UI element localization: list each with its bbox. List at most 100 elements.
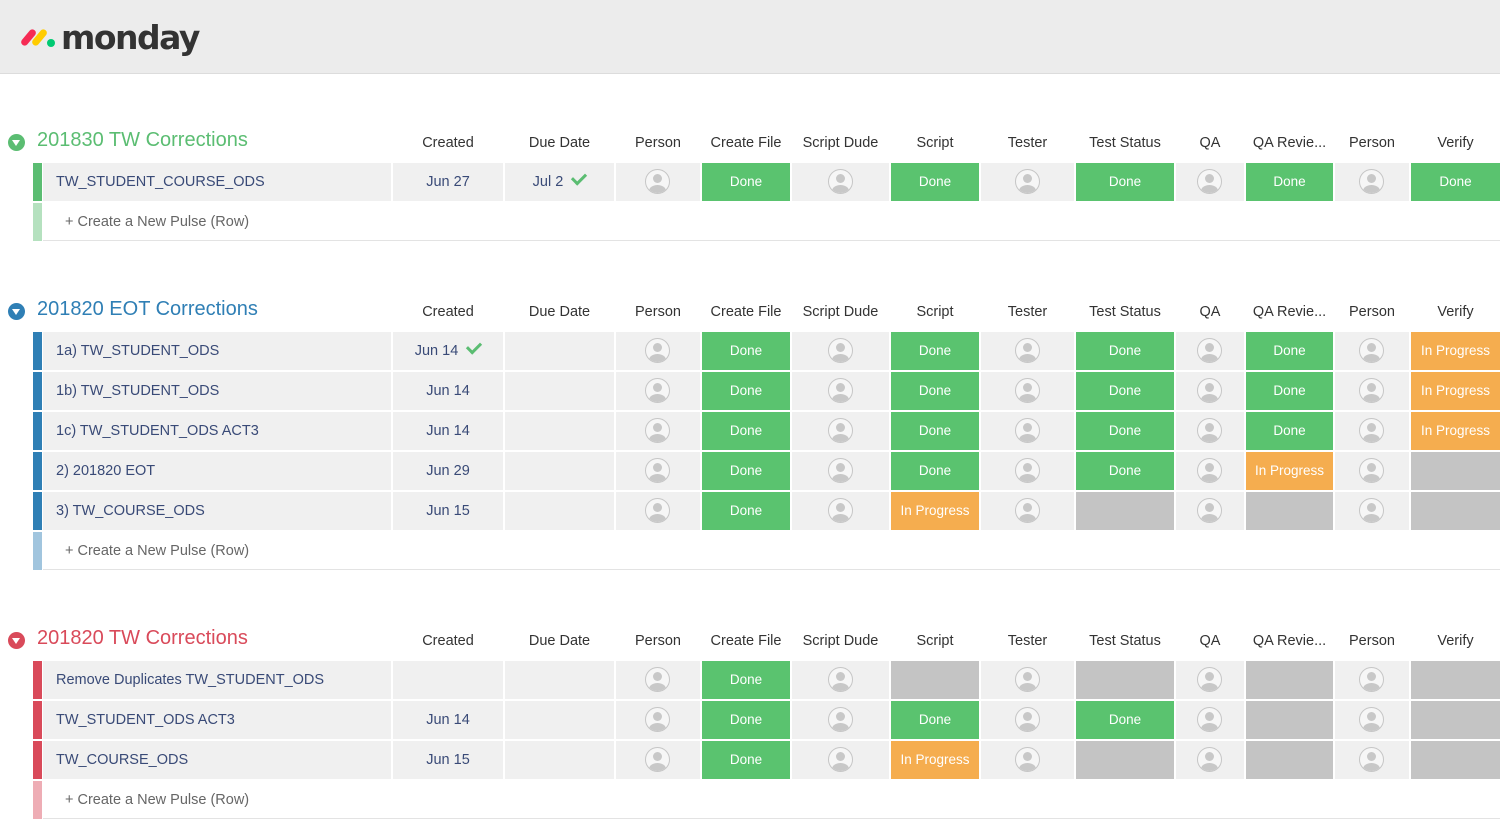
script-status[interactable]: Done bbox=[891, 452, 979, 490]
person-avatar-icon[interactable] bbox=[1197, 667, 1222, 692]
pulse-name[interactable]: 3) TW_COURSE_ODS bbox=[56, 503, 205, 519]
qa_review-status[interactable] bbox=[1246, 661, 1333, 699]
person-avatar-icon[interactable] bbox=[1197, 707, 1222, 732]
create_file-status[interactable]: Done bbox=[702, 332, 790, 370]
person-avatar-icon[interactable] bbox=[1197, 747, 1222, 772]
create-new-pulse-input[interactable]: + Create a New Pulse (Row) bbox=[65, 543, 249, 559]
pulse-name[interactable]: 2) 201820 EOT bbox=[56, 463, 155, 479]
tester-cell[interactable] bbox=[981, 412, 1074, 450]
create-new-pulse-input[interactable]: + Create a New Pulse (Row) bbox=[65, 214, 249, 230]
due-date-cell[interactable] bbox=[505, 412, 614, 450]
column-header[interactable]: Person bbox=[616, 304, 700, 320]
pulse-name[interactable]: TW_STUDENT_COURSE_ODS bbox=[56, 174, 265, 190]
person2-cell[interactable] bbox=[1335, 163, 1409, 201]
qa_review-status[interactable]: Done bbox=[1246, 163, 1333, 201]
pulse-name-cell[interactable]: 1b) TW_STUDENT_ODS bbox=[43, 372, 391, 410]
column-header[interactable]: Person bbox=[1335, 304, 1409, 320]
verify-status[interactable] bbox=[1411, 701, 1500, 739]
script_dude-cell[interactable] bbox=[792, 661, 889, 699]
tester-cell[interactable] bbox=[981, 163, 1074, 201]
column-header[interactable]: Create File bbox=[702, 135, 790, 151]
column-header[interactable]: Verify bbox=[1411, 135, 1500, 151]
pulse-name-cell[interactable]: Remove Duplicates TW_STUDENT_ODS bbox=[43, 661, 391, 699]
chevron-down-icon[interactable] bbox=[8, 632, 25, 649]
person-avatar-icon[interactable] bbox=[1359, 498, 1384, 523]
group-title[interactable]: 201820 EOT Corrections bbox=[37, 298, 258, 321]
pulse-name-cell[interactable]: TW_COURSE_ODS bbox=[43, 741, 391, 779]
person-avatar-icon[interactable] bbox=[1197, 378, 1222, 403]
created-date-cell[interactable]: Jun 14 bbox=[393, 332, 503, 370]
due-date-cell[interactable] bbox=[505, 492, 614, 530]
column-header[interactable]: Script Dude bbox=[792, 304, 889, 320]
test_status-status[interactable] bbox=[1076, 661, 1174, 699]
created-date-cell[interactable]: Jun 14 bbox=[393, 372, 503, 410]
person-avatar-icon[interactable] bbox=[1197, 458, 1222, 483]
qa-cell[interactable] bbox=[1176, 163, 1244, 201]
person-avatar-icon[interactable] bbox=[827, 418, 853, 443]
chevron-down-icon[interactable] bbox=[8, 134, 25, 151]
column-header[interactable]: Script Dude bbox=[792, 135, 889, 151]
person-avatar-icon[interactable] bbox=[1197, 169, 1222, 194]
create_file-status[interactable]: Done bbox=[702, 372, 790, 410]
verify-status[interactable]: In Progress bbox=[1411, 412, 1500, 450]
create-new-pulse-row[interactable]: + Create a New Pulse (Row) bbox=[0, 781, 1500, 819]
column-header[interactable]: QA bbox=[1176, 304, 1244, 320]
test_status-status[interactable] bbox=[1076, 492, 1174, 530]
create_file-status[interactable]: Done bbox=[702, 163, 790, 201]
pulse-name[interactable]: TW_COURSE_ODS bbox=[56, 752, 188, 768]
person-avatar-icon[interactable] bbox=[1359, 747, 1384, 772]
column-header[interactable]: Tester bbox=[981, 135, 1074, 151]
person-avatar-icon[interactable] bbox=[827, 667, 853, 692]
script-status[interactable]: Done bbox=[891, 372, 979, 410]
column-header[interactable]: Due Date bbox=[505, 135, 614, 151]
tester-cell[interactable] bbox=[981, 701, 1074, 739]
person-avatar-icon[interactable] bbox=[827, 458, 853, 483]
person-avatar-icon[interactable] bbox=[1359, 418, 1384, 443]
person-avatar-icon[interactable] bbox=[827, 378, 853, 403]
person-avatar-icon[interactable] bbox=[645, 378, 670, 403]
column-header[interactable]: Tester bbox=[981, 304, 1074, 320]
qa_review-status[interactable]: Done bbox=[1246, 372, 1333, 410]
person2-cell[interactable] bbox=[1335, 412, 1409, 450]
person-avatar-icon[interactable] bbox=[827, 498, 853, 523]
create_file-status[interactable]: Done bbox=[702, 452, 790, 490]
qa-cell[interactable] bbox=[1176, 372, 1244, 410]
column-header[interactable]: Verify bbox=[1411, 633, 1500, 649]
person-avatar-icon[interactable] bbox=[1359, 169, 1384, 194]
qa-cell[interactable] bbox=[1176, 741, 1244, 779]
due-date-cell[interactable] bbox=[505, 372, 614, 410]
column-header[interactable]: Person bbox=[616, 633, 700, 649]
column-header[interactable]: Test Status bbox=[1076, 304, 1174, 320]
pulse-name-cell[interactable]: 1a) TW_STUDENT_ODS bbox=[43, 332, 391, 370]
person-avatar-icon[interactable] bbox=[645, 747, 670, 772]
script-status[interactable]: Done bbox=[891, 412, 979, 450]
due-date-cell[interactable]: Jul 2 bbox=[505, 163, 614, 201]
qa-cell[interactable] bbox=[1176, 661, 1244, 699]
created-date-cell[interactable]: Jun 14 bbox=[393, 701, 503, 739]
script-status[interactable]: In Progress bbox=[891, 492, 979, 530]
column-header[interactable]: QA bbox=[1176, 633, 1244, 649]
column-header[interactable]: Create File bbox=[702, 633, 790, 649]
person-avatar-icon[interactable] bbox=[1014, 707, 1040, 732]
person-avatar-icon[interactable] bbox=[1014, 667, 1040, 692]
qa_review-status[interactable] bbox=[1246, 701, 1333, 739]
person-avatar-icon[interactable] bbox=[645, 338, 670, 363]
script_dude-cell[interactable] bbox=[792, 452, 889, 490]
column-header[interactable]: Test Status bbox=[1076, 135, 1174, 151]
verify-status[interactable] bbox=[1411, 661, 1500, 699]
person-avatar-icon[interactable] bbox=[645, 169, 670, 194]
person2-cell[interactable] bbox=[1335, 661, 1409, 699]
person-avatar-icon[interactable] bbox=[827, 169, 853, 194]
verify-status[interactable]: Done bbox=[1411, 163, 1500, 201]
due-date-cell[interactable] bbox=[505, 452, 614, 490]
person-avatar-icon[interactable] bbox=[645, 498, 670, 523]
script_dude-cell[interactable] bbox=[792, 741, 889, 779]
tester-cell[interactable] bbox=[981, 492, 1074, 530]
person2-cell[interactable] bbox=[1335, 741, 1409, 779]
column-header[interactable]: Script bbox=[891, 633, 979, 649]
pulse-name-cell[interactable]: TW_STUDENT_COURSE_ODS bbox=[43, 163, 391, 201]
script_dude-cell[interactable] bbox=[792, 701, 889, 739]
tester-cell[interactable] bbox=[981, 661, 1074, 699]
person1-cell[interactable] bbox=[616, 701, 700, 739]
script_dude-cell[interactable] bbox=[792, 332, 889, 370]
